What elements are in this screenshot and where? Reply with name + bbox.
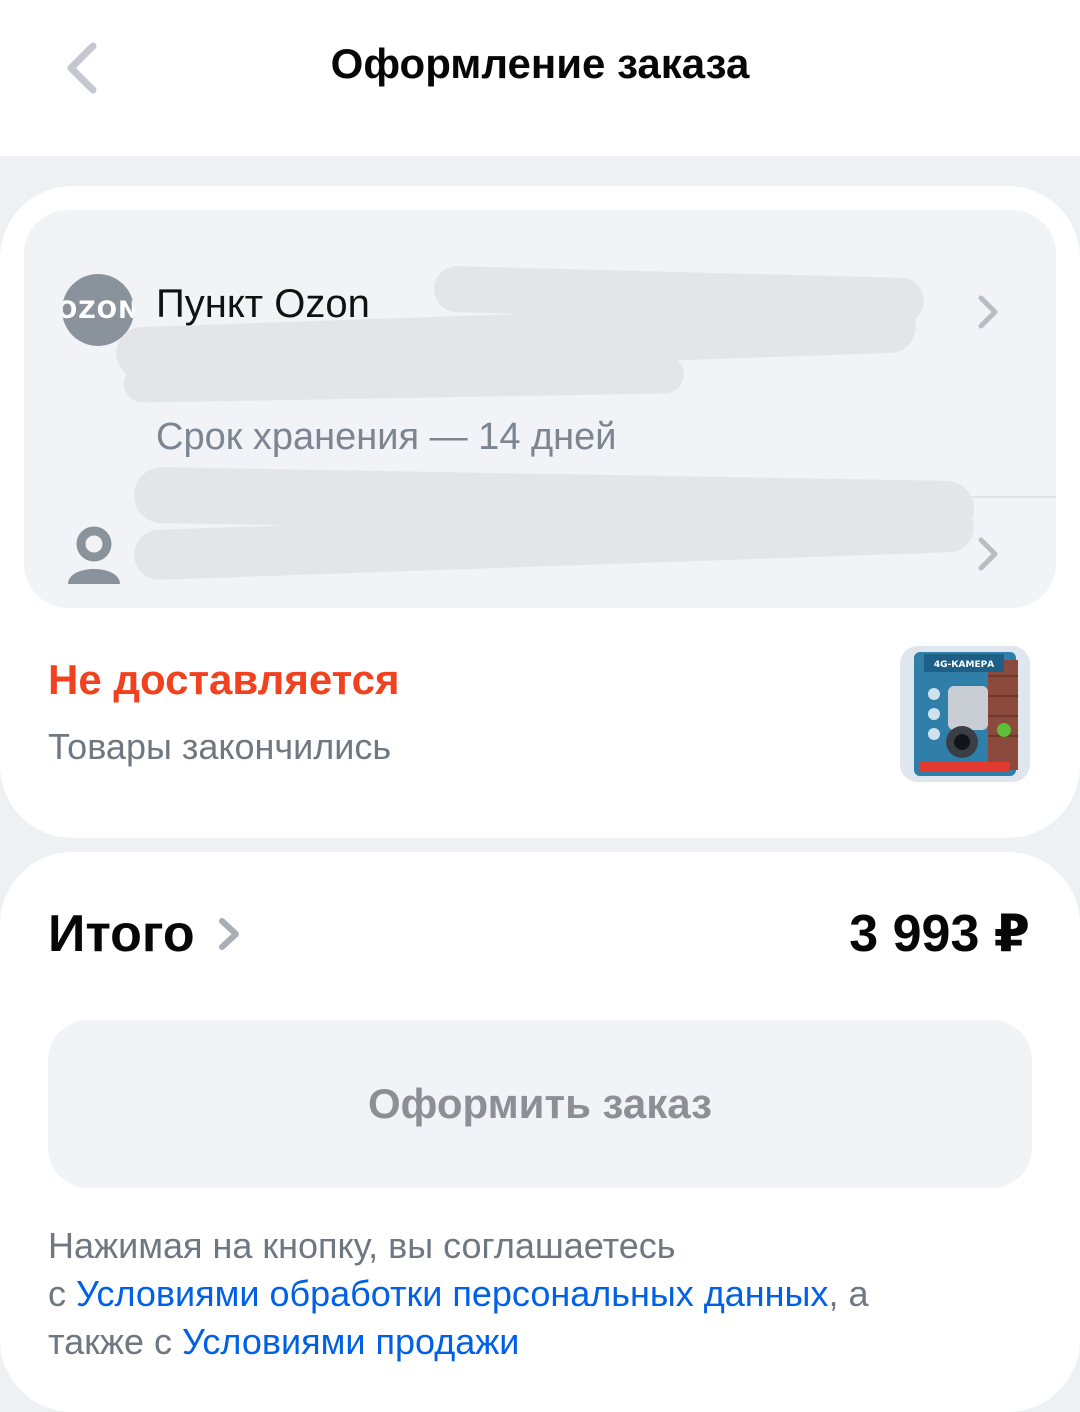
chevron-right-icon xyxy=(968,534,1008,574)
legal-text: Нажимая на кнопку, вы соглашаетесь xyxy=(48,1225,676,1266)
delivery-card: OZON Пункт Ozon Срок хранения — 14 дней xyxy=(0,186,1080,838)
delivery-details: OZON Пункт Ozon Срок хранения — 14 дней xyxy=(24,210,1056,608)
storage-period: Срок хранения — 14 дней xyxy=(156,416,617,458)
total-amount: 3 993 ₽ xyxy=(849,905,1030,963)
total-details-link[interactable]: Итого xyxy=(48,904,241,964)
chevron-right-icon xyxy=(968,292,1008,332)
legal-text: с xyxy=(48,1273,77,1314)
total-label: Итого xyxy=(48,905,195,963)
product-thumbnail[interactable]: 4G-КАМЕРА xyxy=(900,646,1030,782)
recipient-row[interactable] xyxy=(24,466,1056,608)
pickup-point-row[interactable]: OZON Пункт Ozon Срок хранения — 14 дней xyxy=(24,210,1056,472)
camera-product-image: 4G-КАМЕРА xyxy=(900,646,1030,782)
header: Оформление заказа xyxy=(0,0,1080,156)
person-icon xyxy=(68,526,120,584)
svg-text:4G-КАМЕРА: 4G-КАМЕРА xyxy=(934,660,994,670)
legal-text: , а xyxy=(828,1273,869,1314)
chevron-right-icon xyxy=(218,918,239,950)
summary-card: Итого 3 993 ₽ Оформить заказ Нажимая на … xyxy=(0,852,1080,1412)
privacy-terms-link[interactable]: Условиями обработки персональных данных xyxy=(76,1273,828,1314)
place-order-button[interactable]: Оформить заказ xyxy=(48,1020,1032,1188)
sales-terms-link[interactable]: Условиями продажи xyxy=(182,1321,519,1362)
delivery-status-title: Не доставляется xyxy=(48,656,400,703)
legal-notice: Нажимая на кнопку, вы соглашаетесь с Усл… xyxy=(48,1222,1048,1366)
legal-text: также с xyxy=(48,1321,182,1362)
page-title: Оформление заказа xyxy=(330,40,750,87)
delivery-status-subtitle: Товары закончились xyxy=(48,726,392,767)
